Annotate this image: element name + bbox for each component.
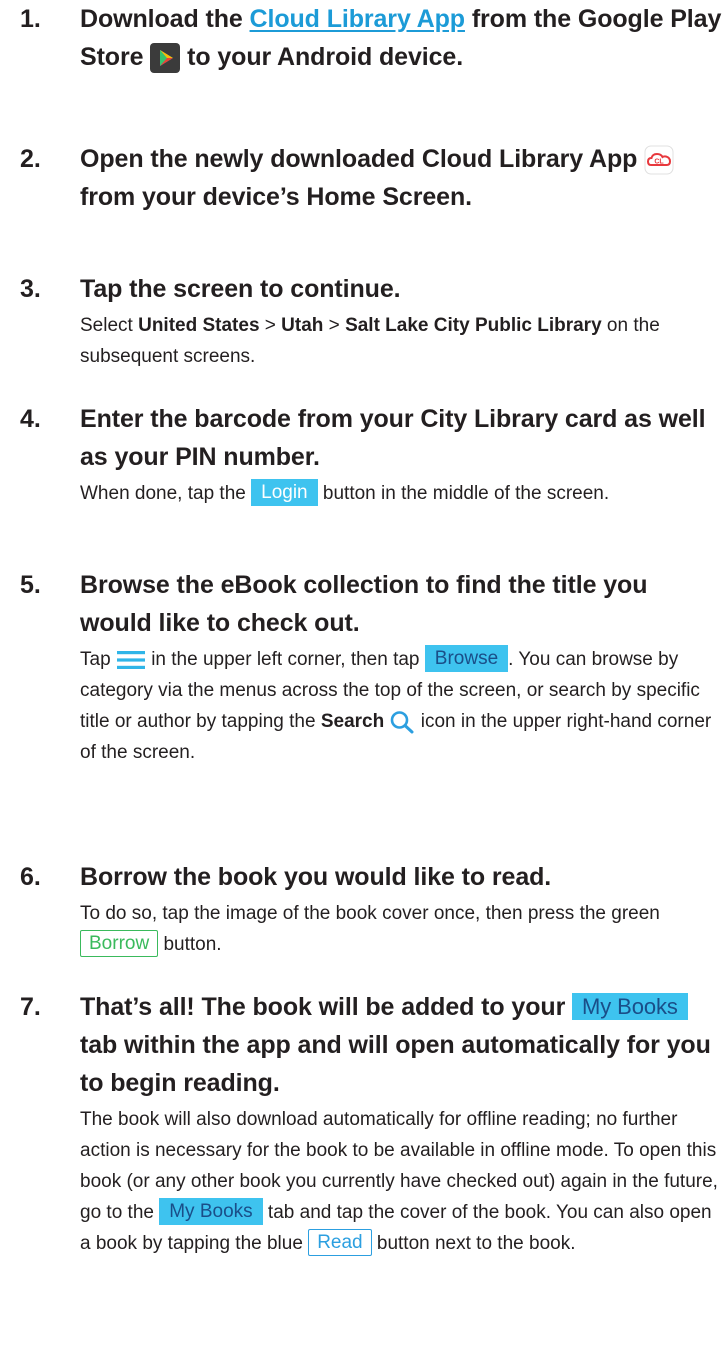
step-heading: Download the Cloud Library App from the … [80,0,722,76]
instructions-page: 1. Download the Cloud Library App from t… [0,0,728,1366]
login-button: Login [251,479,318,506]
step-heading: Open the newly downloaded Cloud Library … [80,140,722,216]
step-heading: Tap the screen to continue. [80,275,401,303]
svg-text:CL: CL [655,159,665,166]
step-number: 2. [20,145,41,173]
step-description: The book will also download automaticall… [80,1109,718,1256]
step-heading: Borrow the book you would like to read. [80,863,552,891]
search-icon [389,710,415,734]
step-description: To do so, tap the image of the book cove… [80,903,660,957]
step-number: 3. [20,275,41,303]
cloud-library-app-link[interactable]: Cloud Library App [250,5,466,33]
step-number: 6. [20,863,41,891]
read-button: Read [308,1229,372,1256]
browse-button: Browse [424,645,509,672]
step-description: Tap in the upper left corner, then tap B… [80,644,722,768]
google-play-icon [150,43,181,74]
hamburger-menu-icon [116,650,146,670]
my-books-tab-label: My Books [159,1198,263,1225]
step-heading: Browse the eBook collection to find the … [80,571,648,637]
step-description: Select United States > Utah > Salt Lake … [80,315,660,367]
step-heading: Enter the barcode from your City Library… [80,405,706,471]
borrow-button: Borrow [80,930,159,957]
step-heading: That’s all! The book will be added to yo… [80,993,711,1097]
step-number: 4. [20,405,41,433]
step-description: When done, tap the Login button in the m… [80,478,722,509]
cloud-library-icon: CL [644,145,674,175]
step-number: 7. [20,993,41,1021]
step-number: 5. [20,571,41,599]
my-books-tab-label: My Books [572,993,688,1020]
step-number: 1. [20,5,41,33]
